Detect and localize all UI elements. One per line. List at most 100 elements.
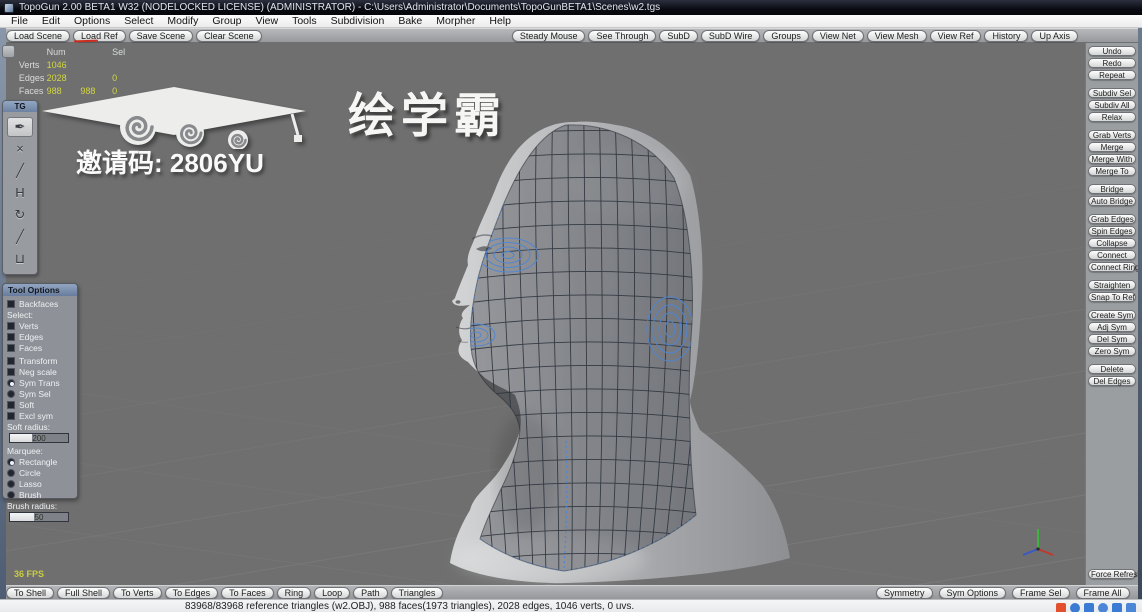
- soft-checkbox[interactable]: Soft: [7, 400, 73, 410]
- repeat-button[interactable]: Repeat: [1088, 70, 1136, 80]
- tool-options-title[interactable]: Tool Options: [3, 284, 77, 296]
- pen-tool-icon[interactable]: ╱: [7, 227, 33, 247]
- delete-tool-icon[interactable]: ×: [7, 139, 33, 159]
- faces-checkbox[interactable]: Faces: [7, 343, 73, 353]
- view-mesh-button[interactable]: View Mesh: [866, 29, 927, 42]
- grab-verts-button[interactable]: Grab Verts: [1088, 130, 1136, 140]
- collapse-button[interactable]: Collapse: [1088, 238, 1136, 248]
- load-scene-button[interactable]: Load Scene: [6, 29, 71, 42]
- menu-item-bake[interactable]: Bake: [391, 15, 429, 28]
- subdiv-all-button[interactable]: Subdiv All: [1088, 100, 1136, 110]
- triangles-button[interactable]: Triangles: [390, 586, 444, 599]
- soft-radius-slider[interactable]: 200: [9, 433, 69, 443]
- connect-button[interactable]: Connect: [1088, 250, 1136, 260]
- menu-item-tools[interactable]: Tools: [285, 15, 324, 28]
- snap-to-ref-button[interactable]: Snap To Ref: [1088, 292, 1136, 302]
- radio-icon[interactable]: [7, 379, 15, 387]
- grab-edges-button[interactable]: Grab Edges: [1088, 214, 1136, 224]
- checkbox-icon[interactable]: [7, 412, 15, 420]
- symmetry-button[interactable]: Symmetry: [876, 587, 933, 599]
- backfaces-checkbox[interactable]: Backfaces: [7, 299, 73, 309]
- clear-scene-button[interactable]: Clear Scene: [196, 29, 262, 42]
- del-sym-button[interactable]: Del Sym: [1088, 334, 1136, 344]
- merge-to-button[interactable]: Merge To: [1088, 166, 1136, 176]
- save-scene-button[interactable]: Save Scene: [128, 29, 194, 42]
- to-shell-button[interactable]: To Shell: [6, 586, 55, 599]
- lasso-radio[interactable]: Lasso: [7, 479, 73, 489]
- spin-edges-button[interactable]: Spin Edges: [1088, 226, 1136, 236]
- excl-sym-checkbox[interactable]: Excl sym: [7, 411, 73, 421]
- edges-checkbox[interactable]: Edges: [7, 332, 73, 342]
- menu-item-options[interactable]: Options: [67, 15, 117, 28]
- frame-sel-button[interactable]: Frame Sel: [1012, 587, 1070, 599]
- straighten-button[interactable]: Straighten: [1088, 280, 1136, 290]
- checkbox-icon[interactable]: [7, 322, 15, 330]
- viewport-3d[interactable]: 36 FPS: [6, 43, 1085, 585]
- force-refresh-button[interactable]: Force Refresh: [1088, 569, 1142, 579]
- brush-tool-icon[interactable]: ↻: [7, 205, 33, 225]
- menu-item-edit[interactable]: Edit: [35, 15, 67, 28]
- radio-icon[interactable]: [7, 469, 15, 477]
- relax-button[interactable]: Relax: [1088, 112, 1136, 122]
- menu-item-view[interactable]: View: [249, 15, 286, 28]
- radio-icon[interactable]: [7, 491, 15, 499]
- groups-button[interactable]: Groups: [763, 29, 809, 42]
- to-edges-button[interactable]: To Edges: [164, 586, 219, 599]
- radio-icon[interactable]: [7, 390, 15, 398]
- to-faces-button[interactable]: To Faces: [221, 586, 274, 599]
- circle-radio[interactable]: Circle: [7, 468, 73, 478]
- radio-icon[interactable]: [7, 458, 15, 466]
- checkbox-icon[interactable]: [7, 401, 15, 409]
- checkbox-icon[interactable]: [7, 344, 15, 352]
- checkbox-icon[interactable]: [7, 300, 15, 308]
- tool-palette-title[interactable]: TG: [3, 101, 37, 112]
- full-shell-button[interactable]: Full Shell: [57, 586, 111, 599]
- auto-bridge-button[interactable]: Auto Bridge: [1088, 196, 1136, 206]
- neg-scale-checkbox[interactable]: Neg scale: [7, 367, 73, 377]
- up-axis-button[interactable]: Up Axis: [1031, 29, 1078, 42]
- checkbox-icon[interactable]: [7, 333, 15, 341]
- loop-button[interactable]: Loop: [314, 586, 351, 599]
- menu-item-select[interactable]: Select: [117, 15, 160, 28]
- brush-radius-slider[interactable]: 50: [9, 512, 69, 522]
- rectangle-radio[interactable]: Rectangle: [7, 457, 73, 467]
- view-net-button[interactable]: View Net: [811, 29, 864, 42]
- subdiv-sel-button[interactable]: Subdiv Sel: [1088, 88, 1136, 98]
- adj-sym-button[interactable]: Adj Sym: [1088, 322, 1136, 332]
- sym-sel-radio[interactable]: Sym Sel: [7, 389, 73, 399]
- brush-radio[interactable]: Brush: [7, 490, 73, 500]
- sym-options-button[interactable]: Sym Options: [938, 587, 1007, 599]
- draw-tool-icon[interactable]: ╱: [7, 161, 33, 181]
- radio-icon[interactable]: [7, 480, 15, 488]
- to-verts-button[interactable]: To Verts: [113, 586, 162, 599]
- bridge-button[interactable]: Bridge: [1088, 184, 1136, 194]
- zero-sym-button[interactable]: Zero Sym: [1088, 346, 1136, 356]
- subd-button[interactable]: SubD: [659, 29, 698, 42]
- create-sym-button[interactable]: Create Sym: [1088, 310, 1136, 320]
- sym-trans-radio[interactable]: Sym Trans: [7, 378, 73, 388]
- checkbox-icon[interactable]: [7, 368, 15, 376]
- see-through-button[interactable]: See Through: [588, 29, 657, 42]
- menu-item-file[interactable]: File: [4, 15, 35, 28]
- subd-wire-button[interactable]: SubD Wire: [700, 29, 761, 42]
- frame-all-button[interactable]: Frame All: [1075, 587, 1130, 599]
- connect-ring-button[interactable]: Connect Ring: [1088, 262, 1139, 272]
- menu-item-group[interactable]: Group: [205, 15, 248, 28]
- merge-button[interactable]: Merge: [1088, 142, 1136, 152]
- view-ref-button[interactable]: View Ref: [929, 29, 982, 42]
- bridge-tool-icon[interactable]: Η: [7, 183, 33, 203]
- steady-mouse-button[interactable]: Steady Mouse: [511, 29, 586, 42]
- tubes-tool-icon[interactable]: ⊔: [7, 249, 33, 269]
- checkbox-icon[interactable]: [7, 357, 15, 365]
- history-button[interactable]: History: [984, 29, 1029, 42]
- select-tool-icon[interactable]: ✒: [7, 117, 33, 137]
- redo-button[interactable]: Redo: [1088, 58, 1136, 68]
- undo-button[interactable]: Undo: [1088, 46, 1136, 56]
- del-edges-button[interactable]: Del Edges: [1088, 376, 1136, 386]
- menu-item-modify[interactable]: Modify: [160, 15, 205, 28]
- menu-item-help[interactable]: Help: [482, 15, 518, 28]
- menu-item-morpher[interactable]: Morpher: [429, 15, 482, 28]
- delete-button[interactable]: Delete: [1088, 364, 1136, 374]
- merge-with-button[interactable]: Merge With: [1088, 154, 1136, 164]
- menu-item-subdivision[interactable]: Subdivision: [324, 15, 392, 28]
